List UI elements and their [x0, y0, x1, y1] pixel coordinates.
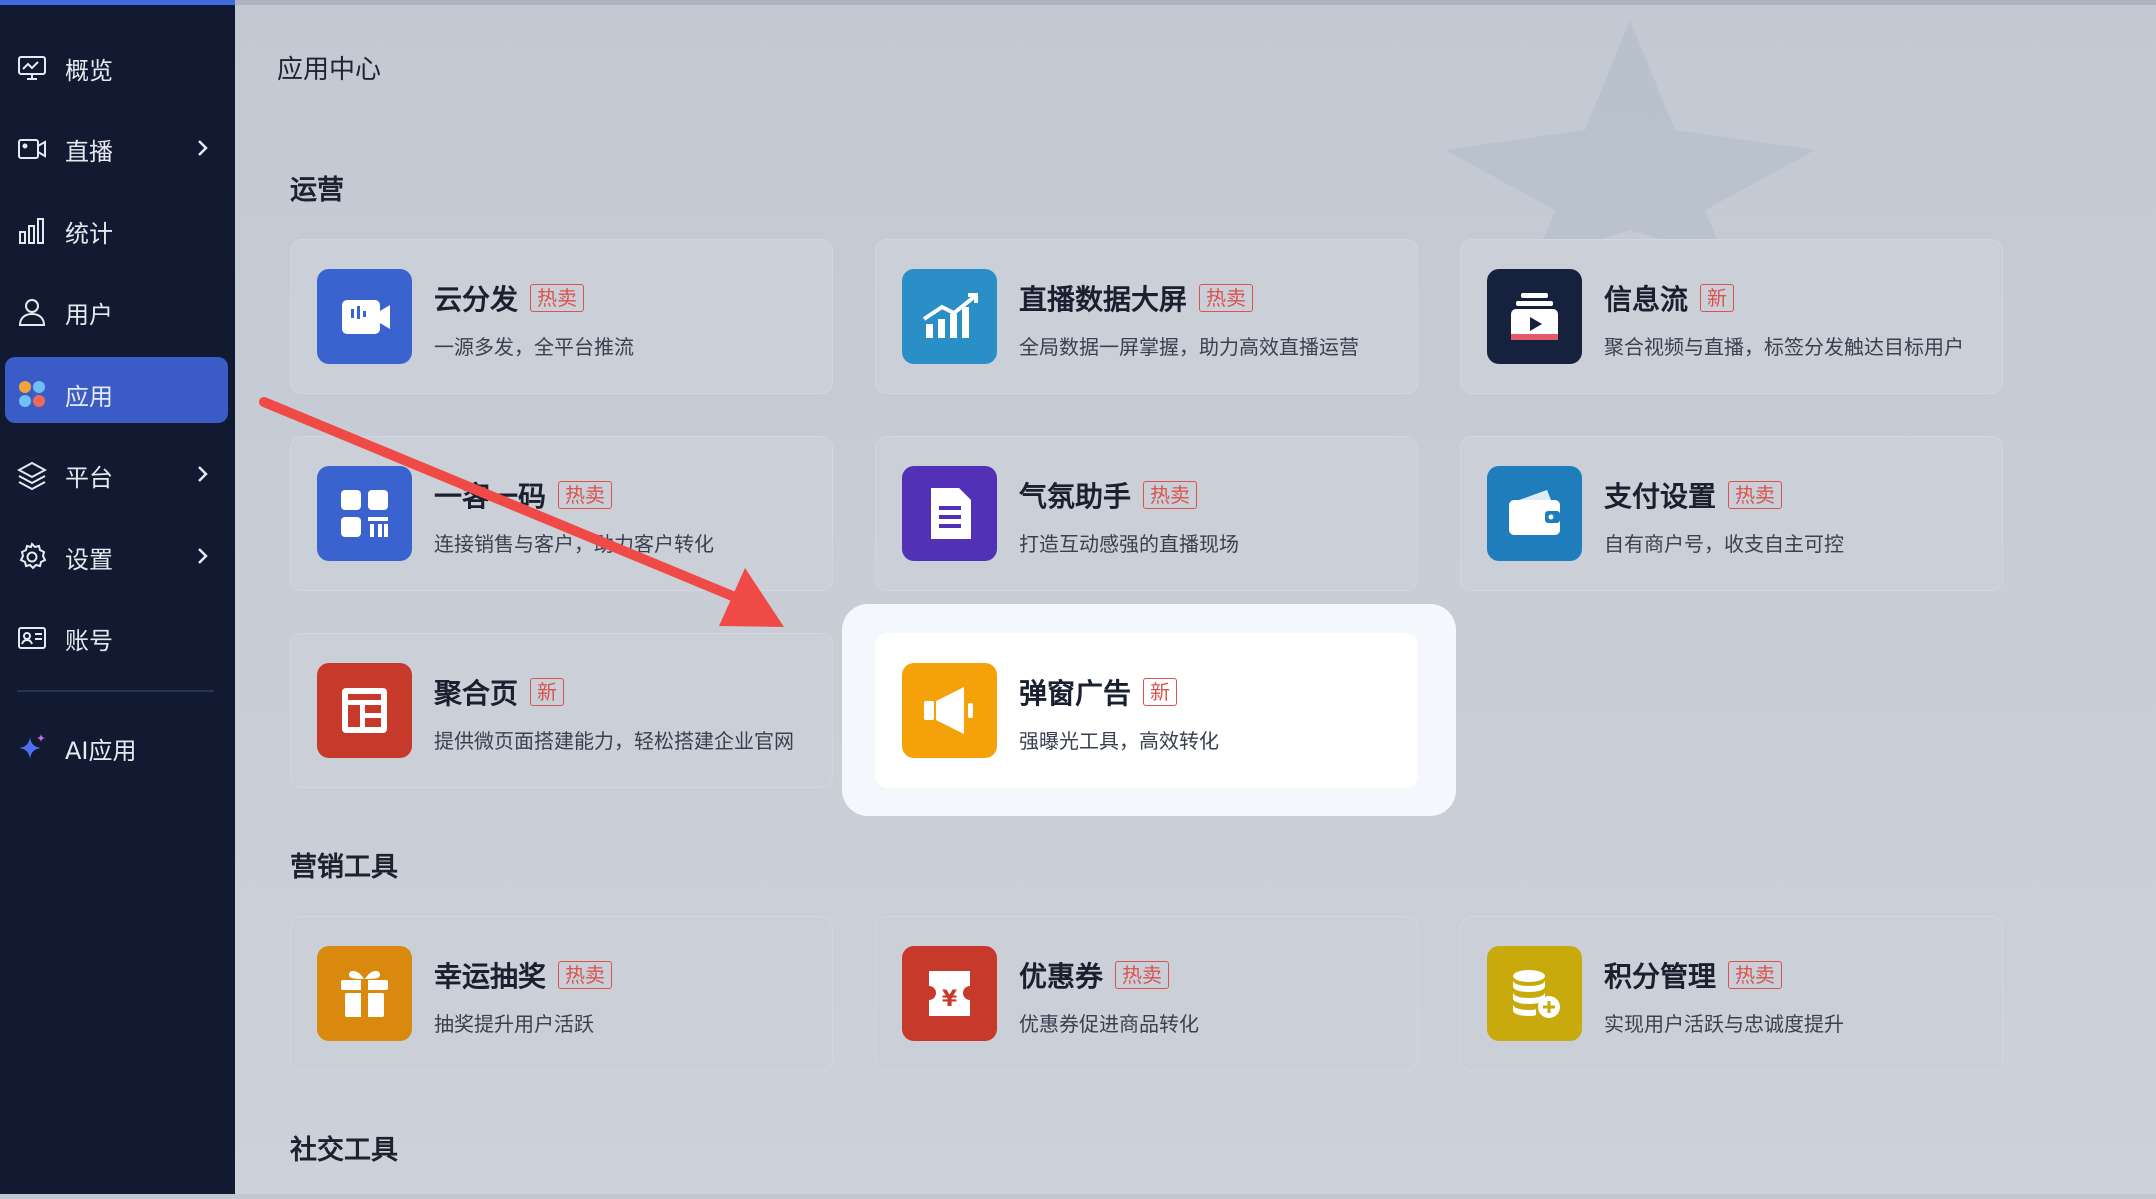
megaphone-icon: [902, 663, 997, 758]
app-name: 幸运抽奖 热卖: [434, 955, 613, 995]
app-card-aggregate-page[interactable]: 聚合页新 提供微页面搭建能力，轻松搭建企业官网: [290, 633, 833, 788]
wallet-icon: [1487, 466, 1582, 561]
video-icon: [317, 269, 412, 364]
page-title: 应用中心: [277, 55, 382, 85]
sparkle-icon: [19, 734, 45, 759]
app-name: 直播数据大屏 热卖: [1019, 278, 1254, 318]
sidebar-item-label: 直播: [65, 138, 113, 166]
sidebar-item-apps[interactable]: 应用: [0, 357, 235, 427]
sidebar-item-settings[interactable]: 设置: [0, 520, 235, 590]
coupon-icon: ¥: [902, 946, 997, 1041]
sidebar-item-label: 概览: [65, 57, 113, 85]
chevron-right-icon: [198, 548, 208, 564]
sidebar-item-account[interactable]: 账号: [0, 601, 235, 671]
sidebar-item-overview[interactable]: 概览: [0, 31, 235, 101]
sidebar-item-ai-apps[interactable]: AI应用: [0, 711, 235, 781]
app-name: 聚合页新: [434, 672, 565, 712]
main-content: 应用中心 运营 云分发 热卖 一源多发，全平台推流 直播数据大屏 热卖 全局数据一屏…: [235, 0, 2156, 1194]
app-card-lucky-draw[interactable]: 幸运抽奖 热卖 抽奖提升用户活跃: [290, 916, 833, 1071]
chevron-right-icon: [198, 140, 208, 156]
hot-badge: 热卖: [1728, 481, 1783, 509]
app-name: 气氛助手 热卖: [1019, 475, 1198, 515]
app-card-payment-settings[interactable]: 支付设置 热卖 自有商户号，收支自主可控: [1460, 436, 2003, 591]
background-star-decoration: [1445, 20, 1815, 260]
sidebar-item-label: 用户: [65, 301, 113, 329]
app-name: 信息流新: [1604, 278, 1735, 318]
sidebar-item-label: 应用: [65, 383, 113, 411]
bar-chart-icon: [19, 218, 44, 244]
hot-badge: 热卖: [1143, 481, 1198, 509]
section-title-social-tools: 社交工具: [290, 1135, 398, 1166]
app-card-atmosphere-assistant[interactable]: 气氛助手 热卖 打造互动感强的直播现场: [875, 436, 1418, 591]
app-name: 云分发 热卖: [434, 278, 585, 318]
app-description: 一源多发，全平台推流: [434, 335, 634, 359]
app-name: 积分管理 热卖: [1604, 955, 1783, 995]
chevron-right-icon: [198, 466, 208, 482]
apps-icon: [19, 381, 45, 407]
sidebar-item-users[interactable]: 用户: [0, 275, 235, 345]
new-badge: 新: [530, 678, 565, 706]
app-description: 全局数据一屏掌握，助力高效直播运营: [1019, 335, 1359, 359]
sidebar-item-label: 平台: [65, 464, 113, 492]
video-camera-icon: [18, 139, 46, 159]
play-stack-icon: [1487, 269, 1582, 364]
coins-icon: [1487, 946, 1582, 1041]
app-card-coupon[interactable]: ¥ 优惠券 热卖 优惠券促进商品转化: [875, 916, 1418, 1071]
monitor-icon: [18, 56, 46, 80]
app-card-live-data-screen[interactable]: 直播数据大屏 热卖 全局数据一屏掌握，助力高效直播运营: [875, 239, 1418, 394]
app-description: 抽奖提升用户活跃: [434, 1012, 594, 1036]
app-description: 优惠券促进商品转化: [1019, 1012, 1199, 1036]
hot-badge: 热卖: [558, 961, 613, 989]
app-description: 实现用户活跃与忠诚度提升: [1604, 1012, 1844, 1036]
section-title-marketing-tools: 营销工具: [290, 852, 398, 883]
sidebar: 概览 直播 统计 用户 应用 平台 设置 账号 AI应用: [0, 0, 235, 1194]
sidebar-divider: [17, 690, 214, 692]
growth-chart-icon: [902, 269, 997, 364]
app-description: 强曝光工具，高效转化: [1019, 729, 1219, 753]
app-name: 支付设置 热卖: [1604, 475, 1783, 515]
sidebar-item-platform[interactable]: 平台: [0, 438, 235, 508]
sidebar-item-label: 统计: [65, 220, 113, 248]
gear-icon: [19, 542, 47, 570]
qr-grid-icon: [317, 466, 412, 561]
app-description: 自有商户号，收支自主可控: [1604, 532, 1844, 556]
hot-badge: 热卖: [530, 284, 585, 312]
svg-text:¥: ¥: [942, 987, 958, 1012]
app-name: 弹窗广告新: [1019, 672, 1178, 712]
layers-icon: [17, 461, 47, 490]
section-title-operations: 运营: [290, 175, 344, 206]
id-card-icon: [18, 627, 46, 649]
sidebar-item-stats[interactable]: 统计: [0, 194, 235, 264]
app-name: 一客一码 热卖: [434, 475, 613, 515]
hot-badge: 热卖: [1728, 961, 1783, 989]
gift-icon: [317, 946, 412, 1041]
app-card-popup-ad[interactable]: 弹窗广告新 强曝光工具，高效转化: [875, 633, 1418, 788]
document-icon: [902, 466, 997, 561]
hot-badge: 热卖: [558, 481, 613, 509]
new-badge: 新: [1143, 678, 1178, 706]
hot-badge: 热卖: [1199, 284, 1254, 312]
hot-badge: 热卖: [1115, 961, 1170, 989]
app-card-customer-code[interactable]: 一客一码 热卖 连接销售与客户，助力客户转化: [290, 436, 833, 591]
sidebar-item-label: 账号: [65, 627, 113, 655]
app-card-cloud-distribute[interactable]: 云分发 热卖 一源多发，全平台推流: [290, 239, 833, 394]
layout-icon: [317, 663, 412, 758]
sidebar-item-live[interactable]: 直播: [0, 112, 235, 182]
new-badge: 新: [1700, 284, 1735, 312]
app-description: 打造互动感强的直播现场: [1019, 532, 1239, 556]
sidebar-item-label: 设置: [65, 546, 113, 574]
app-card-info-flow[interactable]: 信息流新 聚合视频与直播，标签分发触达目标用户: [1460, 239, 2003, 394]
app-description: 提供微页面搭建能力，轻松搭建企业官网: [434, 729, 794, 753]
app-description: 连接销售与客户，助力客户转化: [434, 532, 714, 556]
sidebar-item-label: AI应用: [65, 737, 137, 765]
app-card-points-management[interactable]: 积分管理 热卖 实现用户活跃与忠诚度提升: [1460, 916, 2003, 1071]
app-description: 聚合视频与直播，标签分发触达目标用户: [1604, 335, 1964, 359]
app-name: 优惠券 热卖: [1019, 955, 1170, 995]
user-icon: [18, 299, 46, 326]
